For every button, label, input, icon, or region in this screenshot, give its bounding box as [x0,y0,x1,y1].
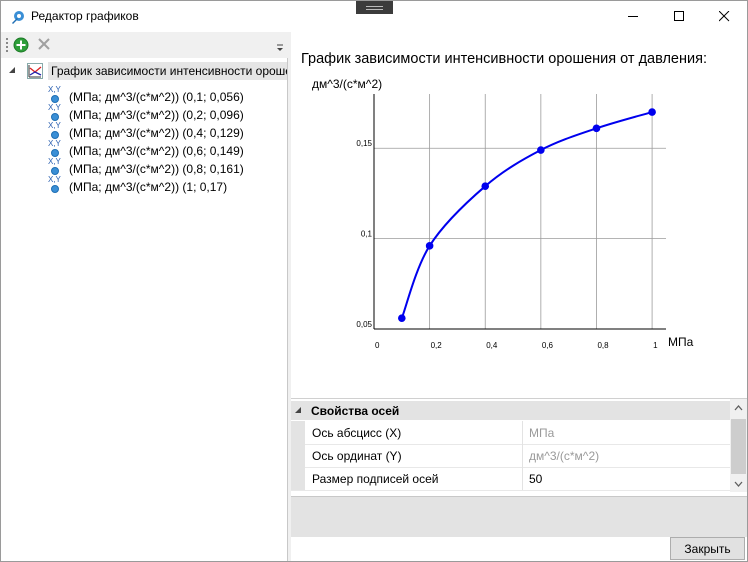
toolbar-grip[interactable] [6,38,10,52]
window-title: Редактор графиков [31,9,139,23]
property-row-gutter [291,444,305,467]
tree-point-item[interactable]: X,Y (МПа; дм^3/(с*м^2)) (0,4; 0,129) [47,121,287,142]
property-name: Ось ординат (Y) [312,449,402,463]
property-scrollbar[interactable] [730,399,747,492]
property-separator [522,444,523,467]
app-gear-icon [12,11,24,24]
data-point [648,108,656,116]
property-name: Размер подписей осей [312,472,439,486]
tree-point-item[interactable]: X,Y (МПа; дм^3/(с*м^2)) (0,1; 0,056) [47,85,287,106]
chart-title: График зависимости интенсивности орошени… [301,51,707,67]
collapse-triangle-icon[interactable] [8,66,16,74]
tree-point-label: (МПа; дм^3/(с*м^2)) (0,6; 0,149) [69,144,244,158]
x-tick-label: 0,8 [597,341,609,350]
tree-point-label: (МПа; дм^3/(с*м^2)) (0,8; 0,161) [69,162,244,176]
xy-point-icon: X,Y [48,85,62,103]
svg-text:X,Y: X,Y [48,175,62,184]
drag-grip[interactable] [356,1,393,14]
data-point [481,182,490,190]
chart-tree[interactable]: График зависимости интенсивности орошени… [1,58,288,561]
chart-editor-window: Редактор графиков График зависимости инт… [0,0,748,562]
collapse-triangle-icon[interactable] [295,407,302,414]
chart-graph-icon [27,63,43,79]
tree-point-label: (МПа; дм^3/(с*м^2)) (0,2; 0,096) [69,108,244,122]
property-category[interactable]: Свойства осей [291,401,730,420]
x-tick-label: 0,2 [431,341,443,350]
property-value[interactable]: МПа [529,426,554,440]
close-button[interactable]: Закрыть [670,537,745,560]
property-category-label: Свойства осей [311,404,400,418]
x-tick-label: 0,6 [542,341,554,350]
tree-root-node[interactable]: График зависимости интенсивности орошени… [1,61,287,81]
scroll-up-icon[interactable] [730,399,747,416]
property-row[interactable]: Размер подписей осей 50 [291,467,730,491]
close-icon [719,11,730,22]
scrollbar-thumb[interactable] [731,419,746,474]
y-axis-label: дм^3/(с*м^2) [312,77,382,91]
delete-icon[interactable] [37,37,51,51]
svg-text:X,Y: X,Y [48,139,62,148]
overflow-chevron-icon[interactable] [275,40,285,54]
svg-text:X,Y: X,Y [48,85,62,94]
close-window-button[interactable] [701,1,747,32]
svg-text:X,Y: X,Y [48,103,62,112]
property-separator [522,467,523,490]
tree-point-item[interactable]: X,Y (МПа; дм^3/(с*м^2)) (0,6; 0,149) [47,139,287,160]
title-bar[interactable]: Редактор графиков [1,1,747,32]
xy-point-icon: X,Y [48,175,62,193]
tree-point-label: (МПа; дм^3/(с*м^2)) (1; 0,17) [69,180,228,194]
property-grid[interactable]: Свойства осей Ось абсцисс (X) МПа Ось орди… [291,398,747,492]
data-point [592,124,601,133]
tree-point-item[interactable]: X,Y (МПа; дм^3/(с*м^2)) (0,8; 0,161) [47,157,287,178]
tree-point-item[interactable]: X,Y (МПа; дм^3/(с*м^2)) (0,2; 0,096) [47,103,287,124]
tree-point-label: (МПа; дм^3/(с*м^2)) (0,4; 0,129) [69,126,244,140]
xy-point-icon: X,Y [48,139,62,157]
property-description-panel [291,496,747,537]
maximize-icon [674,11,684,21]
property-value[interactable]: 50 [529,472,542,486]
chart-plot: 0 0,2 0,4 0,6 0,8 1 0,05 0,1 0,15 дм^3/(с*м^2) МПа [312,77,694,350]
tree-point-label: (МПа; дм^3/(с*м^2)) (0,1; 0,056) [69,90,244,104]
xy-point-icon: X,Y [48,157,62,175]
data-point [398,314,406,322]
x-tick-label: 1 [653,341,658,350]
property-separator [522,421,523,444]
minimize-icon [628,16,638,17]
data-point [537,146,545,154]
add-icon[interactable] [13,37,29,53]
y-tick-label: 0,15 [356,139,372,148]
scroll-down-icon[interactable] [730,475,747,492]
property-row[interactable]: Ось ординат (Y) дм^3/(с*м^2) [291,444,730,468]
tree-toolbar [1,32,288,57]
property-row-gutter [291,467,305,490]
y-tick-label: 0,05 [356,320,372,329]
maximize-button[interactable] [656,1,702,32]
series-line [400,111,653,319]
tree-point-item[interactable]: X,Y (МПа; дм^3/(с*м^2)) (1; 0,17) [47,175,287,196]
x-axis-label: МПа [668,335,694,349]
property-row-gutter [291,421,305,444]
data-point [425,242,434,250]
xy-point-icon: X,Y [48,121,62,139]
tree-root-label: График зависимости интенсивности орошени… [48,62,287,80]
xy-point-icon: X,Y [48,103,62,121]
x-tick-label: 0 [375,341,380,350]
property-row[interactable]: Ось абсцисс (X) МПа [291,421,730,445]
x-tick-label: 0,4 [486,341,498,350]
property-value[interactable]: дм^3/(с*м^2) [529,449,599,463]
svg-text:X,Y: X,Y [48,157,62,166]
svg-text:X,Y: X,Y [48,121,62,130]
chart-panel: График зависимости интенсивности орошени… [291,32,747,561]
minimize-button[interactable] [610,1,656,32]
property-name: Ось абсцисс (X) [312,426,402,440]
y-tick-label: 0,1 [361,230,373,239]
